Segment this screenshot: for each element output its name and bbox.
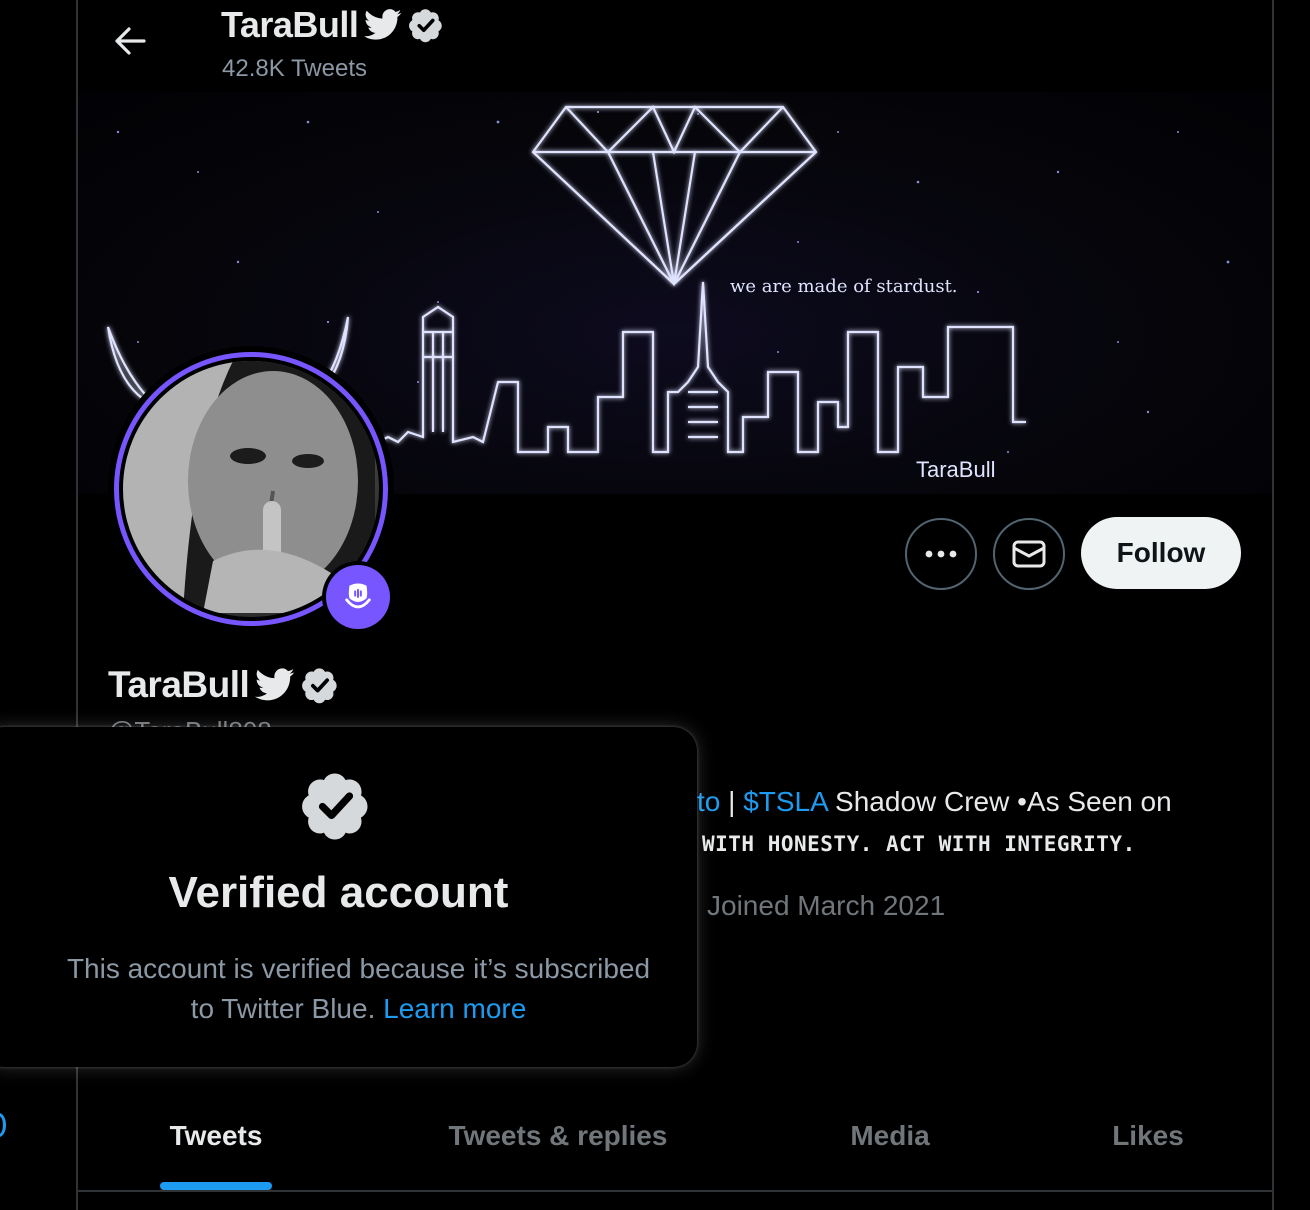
bio-separator: | [720,786,744,817]
bio-cashtag-link[interactable]: $TSLA [743,786,827,817]
twitter-bird-icon [364,9,402,40]
left-edge-indicator [0,1113,6,1137]
envelope-icon [1012,540,1046,568]
active-tab-indicator [160,1182,272,1190]
profile-tabs: Tweets Tweets & replies Media Likes [78,1100,1272,1190]
verified-badge-icon [302,773,368,840]
spaces-badge[interactable] [322,561,394,633]
joined-date: Joined March 2021 [707,890,946,921]
profile-bio-line1: to | $TSLA Shadow Crew •As Seen on [697,786,1172,818]
tabs-divider [78,1190,1272,1192]
more-horizontal-icon [925,550,957,558]
twitter-bird-icon [255,668,295,701]
verified-account-card: Verified account This account is verifie… [0,727,697,1067]
tab-likes[interactable]: Likes [1078,1100,1218,1190]
banner-signature: TaraBull [916,457,995,482]
verified-card-desc-line1: This account is verified because it’s su… [66,953,651,984]
learn-more-link[interactable]: Learn more [383,993,526,1024]
tab-media[interactable]: Media [808,1100,972,1190]
verified-card-desc-line2: to Twitter Blue. [190,993,376,1024]
bio-text: Shadow Crew •As Seen on [827,786,1172,817]
verified-badge-icon[interactable] [301,666,339,704]
tab-tweets-and-replies[interactable]: Tweets & replies [408,1100,708,1190]
profile-display-name: TaraBull [108,664,250,705]
arrow-left-icon [115,27,146,55]
follow-button[interactable]: Follow [1081,517,1241,589]
message-button[interactable] [993,518,1065,590]
more-button[interactable] [905,518,977,590]
card-verified-icon-wrap [300,769,372,846]
header-title: TaraBull [221,4,444,46]
spaces-mic-icon [345,583,371,609]
header-tweet-count: 42.8K Tweets [222,55,367,82]
bio-link-fragment[interactable]: to [697,786,720,817]
verified-badge-icon[interactable] [408,7,444,43]
banner-tagline: we are made of stardust. [730,276,958,297]
profile-name: TaraBull [108,664,339,706]
tab-tweets[interactable]: Tweets [118,1100,314,1190]
profile-bio-line2: WITH HONESTY. ACT WITH INTEGRITY. [702,832,1136,856]
back-button[interactable] [105,18,155,64]
header-display-name: TaraBull [221,4,359,45]
verified-card-title: Verified account [168,868,509,917]
verified-card-description: This account is verified because it’s su… [10,949,707,1029]
